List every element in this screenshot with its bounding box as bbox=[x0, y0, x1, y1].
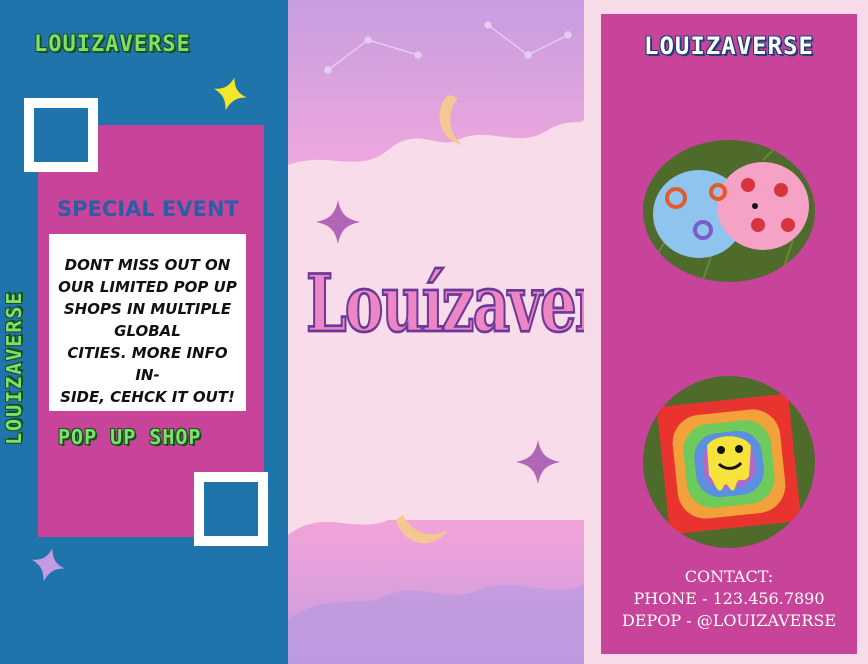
left-panel: LOUIZAVERSE LOUIZAVERSE SPECIAL EVENT DO… bbox=[0, 0, 288, 664]
special-event-heading: SPECIAL EVENT bbox=[57, 197, 239, 221]
depop-handle: DEPOP - @LOUIZAVERSE bbox=[621, 611, 837, 630]
event-line: OUR LIMITED POP UP bbox=[58, 278, 237, 296]
brand-title-top: LOUIZAVERSE bbox=[34, 32, 191, 57]
decorative-square-top bbox=[24, 98, 98, 172]
brand-wordmark: Louízaverse bbox=[305, 257, 584, 352]
brand-title-right: LOUIZAVERSE bbox=[644, 32, 814, 60]
yellow-star-icon bbox=[213, 77, 247, 111]
melting-smiley-art-photo bbox=[643, 376, 815, 548]
event-line: SIDE, CEHCK IT OUT! bbox=[60, 388, 235, 406]
contact-info: CONTACT: PHONE - 123.456.7890 DEPOP - @L… bbox=[601, 566, 857, 632]
pop-up-shop-label: POP UP SHOP bbox=[58, 425, 202, 449]
event-description: DONT MISS OUT ON OUR LIMITED POP UP SHOP… bbox=[49, 234, 246, 411]
event-line: CITIES. MORE INFO IN- bbox=[67, 344, 228, 384]
event-line: GLOBAL bbox=[114, 322, 181, 340]
decorative-square-bottom bbox=[194, 472, 268, 546]
lavender-star-icon bbox=[31, 548, 65, 582]
brand-title-vertical: LOUIZAVERSE bbox=[2, 290, 26, 445]
event-line: DONT MISS OUT ON bbox=[64, 256, 231, 274]
phone-number: PHONE - 123.456.7890 bbox=[633, 589, 825, 608]
contact-label: CONTACT: bbox=[684, 567, 774, 586]
event-line: SHOPS IN MULTIPLE bbox=[63, 300, 232, 318]
middle-panel: Louízaverse bbox=[288, 0, 584, 664]
earrings-photo bbox=[643, 140, 815, 282]
right-panel: LOUIZAVERSE CONTACT: PHONE - 123.456.789… bbox=[601, 14, 857, 654]
